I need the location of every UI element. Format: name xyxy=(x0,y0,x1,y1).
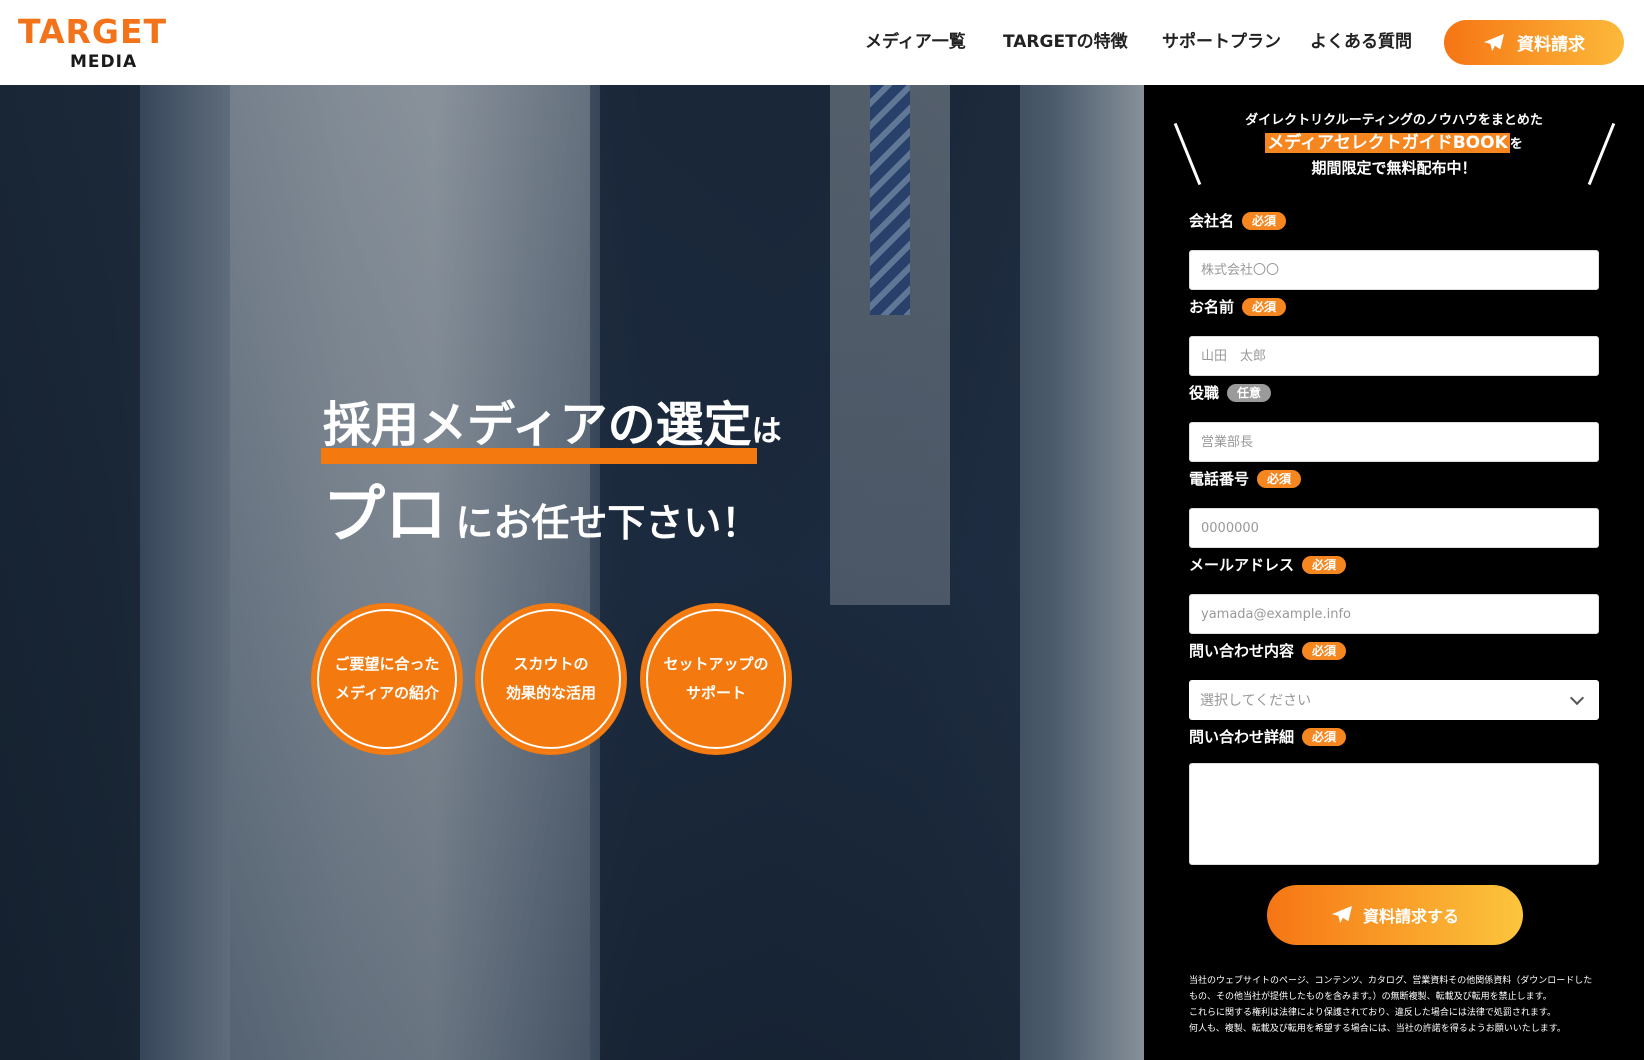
notice-line: もの、その他当社が提供したものを含みます。）の無断複製、転載及び転用を禁止します… xyxy=(1189,992,1552,1002)
company-input[interactable] xyxy=(1189,250,1599,290)
required-badge: 必須 xyxy=(1302,642,1347,660)
feature-circle-text: サポート xyxy=(685,684,746,702)
form-intro-particle: を xyxy=(1509,137,1523,152)
paper-plane-icon xyxy=(1331,905,1352,924)
form-intro-line3: 期間限定で無料配布中！ xyxy=(1311,159,1477,177)
hero-headline-main: 採用メディアの選定 xyxy=(323,397,752,453)
chevron-down-icon xyxy=(1569,690,1585,705)
notice-line: 当社のウェブサイトのページ、コンテンツ、カタログ、営業資料その他関係資料（ダウン… xyxy=(1189,976,1593,986)
paper-plane-icon xyxy=(1484,33,1504,51)
optional-badge: 任意 xyxy=(1227,384,1272,402)
name-label: お名前 必須 xyxy=(1189,296,1287,318)
nav-item-support-plan[interactable]: サポートプラン xyxy=(1162,30,1281,54)
phone-input[interactable] xyxy=(1189,508,1599,548)
feature-circle-text: 効果的な活用 xyxy=(505,684,596,702)
inquiry-type-label-text: 問い合わせ内容 xyxy=(1189,642,1295,660)
feature-circle-media: ご要望に合った メディアの紹介 xyxy=(311,603,463,755)
feature-circle-text: ご要望に合った xyxy=(334,655,440,673)
required-badge: 必須 xyxy=(1257,470,1302,488)
nav-item-features[interactable]: TARGETの特徴 xyxy=(1003,30,1128,54)
company-label-text: 会社名 xyxy=(1189,212,1235,230)
copyright-notice: 当社のウェブサイトのページ、コンテンツ、カタログ、営業資料その他関係資料（ダウン… xyxy=(1189,973,1599,1037)
form-intro: ダイレクトリクルーティングのノウハウをまとめた メディアセレクトガイドBOOK を… xyxy=(1144,111,1644,179)
required-badge: 必須 xyxy=(1242,298,1287,316)
required-badge: 必須 xyxy=(1302,728,1347,746)
request-materials-button[interactable]: 資料請求 xyxy=(1444,20,1624,65)
required-badge: 必須 xyxy=(1242,212,1287,230)
inquiry-detail-label: 問い合わせ詳細 必須 xyxy=(1189,726,1347,748)
logo[interactable]: TARGET MEDIA xyxy=(18,12,203,74)
hero-headline-particle: は xyxy=(751,414,782,449)
form-intro-highlight: メディアセレクトガイドBOOK xyxy=(1265,133,1510,153)
email-label-text: メールアドレス xyxy=(1189,556,1295,574)
hero-overlay xyxy=(0,85,1144,1060)
hero-headline-line1: 採用メディアの選定は xyxy=(323,395,782,455)
name-input[interactable] xyxy=(1189,336,1599,376)
logo-wordmark: TARGET xyxy=(18,12,168,51)
feature-circle-text: メディアの紹介 xyxy=(335,684,439,702)
feature-circle-text: スカウトの xyxy=(513,655,589,673)
position-label: 役職 任意 xyxy=(1189,382,1272,404)
feature-circle-setup: セットアップの サポート xyxy=(640,603,792,755)
required-badge: 必須 xyxy=(1302,556,1347,574)
request-form-panel: ダイレクトリクルーティングのノウハウをまとめた メディアセレクトガイドBOOK を… xyxy=(1144,85,1644,1060)
site-header: TARGET MEDIA メディア一覧 TARGETの特徴 サポートプラン よく… xyxy=(0,0,1644,85)
phone-label-text: 電話番号 xyxy=(1189,470,1250,488)
form-intro-line2: メディアセレクトガイドBOOK を xyxy=(1144,131,1644,157)
feature-circle-text: セットアップの xyxy=(663,655,769,673)
notice-line: これらに関する権利は法律により保護されており、違反した場合には法律で処罰されます… xyxy=(1189,1008,1557,1018)
email-input[interactable] xyxy=(1189,594,1599,634)
position-input[interactable] xyxy=(1189,422,1599,462)
inquiry-detail-textarea[interactable] xyxy=(1189,763,1599,865)
feature-circle-scout: スカウトの 効果的な活用 xyxy=(475,603,627,755)
company-label: 会社名 必須 xyxy=(1189,210,1287,232)
inquiry-type-label: 問い合わせ内容 必須 xyxy=(1189,640,1347,662)
nav-item-media-list[interactable]: メディア一覧 xyxy=(865,30,966,54)
request-materials-label: 資料請求 xyxy=(1517,35,1585,55)
position-label-text: 役職 xyxy=(1189,384,1220,402)
hero-headline-pro: プロ xyxy=(323,478,448,551)
logo-subtitle: MEDIA xyxy=(70,52,138,72)
phone-label: 電話番号 必須 xyxy=(1189,468,1302,490)
hero-headline-rest: にお任せ下さい！ xyxy=(455,501,760,545)
email-label: メールアドレス 必須 xyxy=(1189,554,1347,576)
nav-item-faq[interactable]: よくある質問 xyxy=(1310,30,1412,54)
submit-request-button[interactable]: 資料請求する xyxy=(1267,885,1523,945)
hero xyxy=(0,85,1144,1060)
inquiry-type-selected: 選択してください xyxy=(1200,693,1312,709)
inquiry-type-select[interactable]: 選択してください xyxy=(1189,680,1599,720)
name-label-text: お名前 xyxy=(1189,298,1235,316)
inquiry-detail-label-text: 問い合わせ詳細 xyxy=(1189,728,1295,746)
submit-label: 資料請求する xyxy=(1362,907,1459,926)
form-intro-line1: ダイレクトリクルーティングのノウハウをまとめた xyxy=(1245,113,1543,128)
hero-headline-line2: プロ にお任せ下さい！ xyxy=(323,480,759,550)
notice-line: 何人も、複製、転載及び転用を希望する場合には、当社の許諾を得るようお願いいたしま… xyxy=(1189,1024,1566,1034)
